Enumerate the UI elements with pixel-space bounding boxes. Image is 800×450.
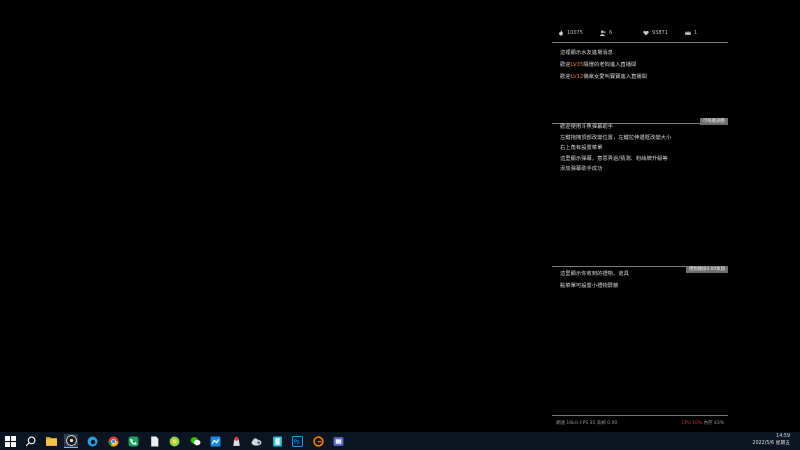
user-level: LV35 bbox=[570, 62, 584, 68]
entry-line: 歡迎LV35陽燈的老狗進入直播間 bbox=[560, 62, 637, 68]
taskbar-app[interactable] bbox=[167, 434, 181, 448]
taskbar-app[interactable] bbox=[44, 434, 58, 448]
search-button[interactable] bbox=[23, 434, 37, 448]
danmaku-line: 右上角有設置菜單 bbox=[560, 145, 603, 151]
svg-text:Ps: Ps bbox=[293, 439, 299, 445]
purple-app-icon bbox=[333, 436, 343, 446]
photoshop-icon: Ps bbox=[291, 435, 303, 447]
gift-line: 點菜單可設置小禮物屏蔽 bbox=[560, 283, 619, 289]
taskbar-app[interactable] bbox=[147, 434, 161, 448]
orange-app-icon bbox=[312, 435, 324, 447]
crown-stat: 1 bbox=[685, 30, 697, 36]
taskbar-app[interactable] bbox=[311, 434, 325, 448]
start-button[interactable] bbox=[3, 434, 17, 448]
fans-count: 6 bbox=[609, 30, 613, 36]
crown-icon bbox=[685, 30, 691, 35]
taskbar-app[interactable] bbox=[270, 434, 284, 448]
likes-count: 93871 bbox=[652, 30, 668, 36]
entry-line: 歡迎LV12偶家女愛叫寶寶進入直播間 bbox=[560, 74, 647, 80]
stats-bar: 10075 6 93871 1 bbox=[552, 26, 728, 40]
wechat-icon bbox=[190, 436, 200, 445]
taskbar-app[interactable] bbox=[331, 434, 345, 448]
memory-usage: 內存 43% bbox=[703, 421, 724, 426]
teal-app-icon bbox=[272, 436, 282, 446]
danmaku-line: 歡迎使用斗魚彈幕助手 bbox=[560, 124, 613, 130]
clock-date: 2022/5/6 星期五 bbox=[752, 441, 790, 446]
taskbar-app[interactable] bbox=[106, 434, 120, 448]
crown-count: 1 bbox=[694, 30, 698, 36]
fire-count: 10075 bbox=[567, 30, 583, 36]
divider bbox=[552, 415, 728, 416]
entry-intro: 這裡顯示水友進場消息 bbox=[560, 50, 613, 56]
red-app-icon bbox=[232, 436, 240, 446]
fire-icon bbox=[559, 30, 563, 36]
clock-time: 14:59 bbox=[776, 434, 790, 439]
blue-app-icon bbox=[210, 436, 220, 446]
taskbar-app[interactable] bbox=[229, 434, 243, 448]
danmaku-line: 左鍵拖拽頂部改變位置，左鍵拉伸邊框改變大小 bbox=[560, 134, 672, 141]
taskbar-app[interactable] bbox=[126, 434, 140, 448]
chrome-icon bbox=[108, 436, 118, 447]
heart-icon bbox=[643, 30, 649, 36]
status-bar: 網速 16k/s FPS 35 丟幀 0.00 CPU 10% 內存 43% bbox=[552, 417, 728, 429]
gift-line: 這里顯示你收到的禮物、道具 bbox=[560, 271, 629, 277]
edge-icon bbox=[87, 436, 97, 446]
cloud-app-icon bbox=[251, 437, 261, 446]
entry-messages-panel: 這裡顯示水友進場消息 歡迎LV35陽燈的老狗進入直播間 歡迎LV12偶家女愛叫寶… bbox=[552, 47, 728, 83]
user-level: LV12 bbox=[570, 74, 584, 80]
phone-app-icon bbox=[128, 436, 138, 446]
fans-stat: 6 bbox=[600, 30, 612, 36]
taskbar: Ps 14:59 2022/5/6 星期五 bbox=[0, 432, 800, 450]
danmaku-line: 這里顯示彈幕，意思弄過/猜測、粉絲牌升級等 bbox=[560, 155, 668, 162]
fans-icon bbox=[600, 30, 606, 36]
danmaku-line: 添加彈幕助手成功 bbox=[560, 166, 603, 172]
fire-stat: 10075 bbox=[558, 30, 583, 36]
taskbar-app[interactable]: Ps bbox=[290, 434, 304, 448]
start-icon bbox=[4, 435, 16, 447]
cpu-usage: CPU 10% bbox=[681, 421, 703, 426]
network-status: 網速 16k/s FPS 35 丟幀 0.00 bbox=[556, 421, 618, 426]
document-icon bbox=[150, 436, 158, 446]
taskbar-app-active[interactable] bbox=[64, 434, 78, 448]
divider bbox=[552, 42, 728, 43]
gift-messages: 這里顯示你收到的禮物、道具 點菜單可設置小禮物屏蔽 bbox=[552, 268, 728, 292]
resource-status: CPU 10% 內存 43% bbox=[682, 420, 724, 426]
obs-icon bbox=[65, 435, 77, 446]
taskbar-app[interactable] bbox=[208, 434, 222, 448]
taskbar-app[interactable] bbox=[249, 434, 263, 448]
taskbar-app[interactable] bbox=[188, 434, 202, 448]
system-clock[interactable]: 14:59 2022/5/6 星期五 bbox=[753, 433, 790, 447]
danmaku-messages: 歡迎使用斗魚彈幕助手 左鍵拖拽頂部改變位置，左鍵拉伸邊框改變大小 右上角有設置菜… bbox=[552, 122, 728, 175]
file-explorer-icon bbox=[45, 436, 57, 446]
likes-stat: 93871 bbox=[643, 30, 668, 36]
green-app-icon bbox=[169, 436, 179, 446]
taskbar-app[interactable] bbox=[85, 434, 99, 448]
search-icon bbox=[25, 436, 35, 446]
